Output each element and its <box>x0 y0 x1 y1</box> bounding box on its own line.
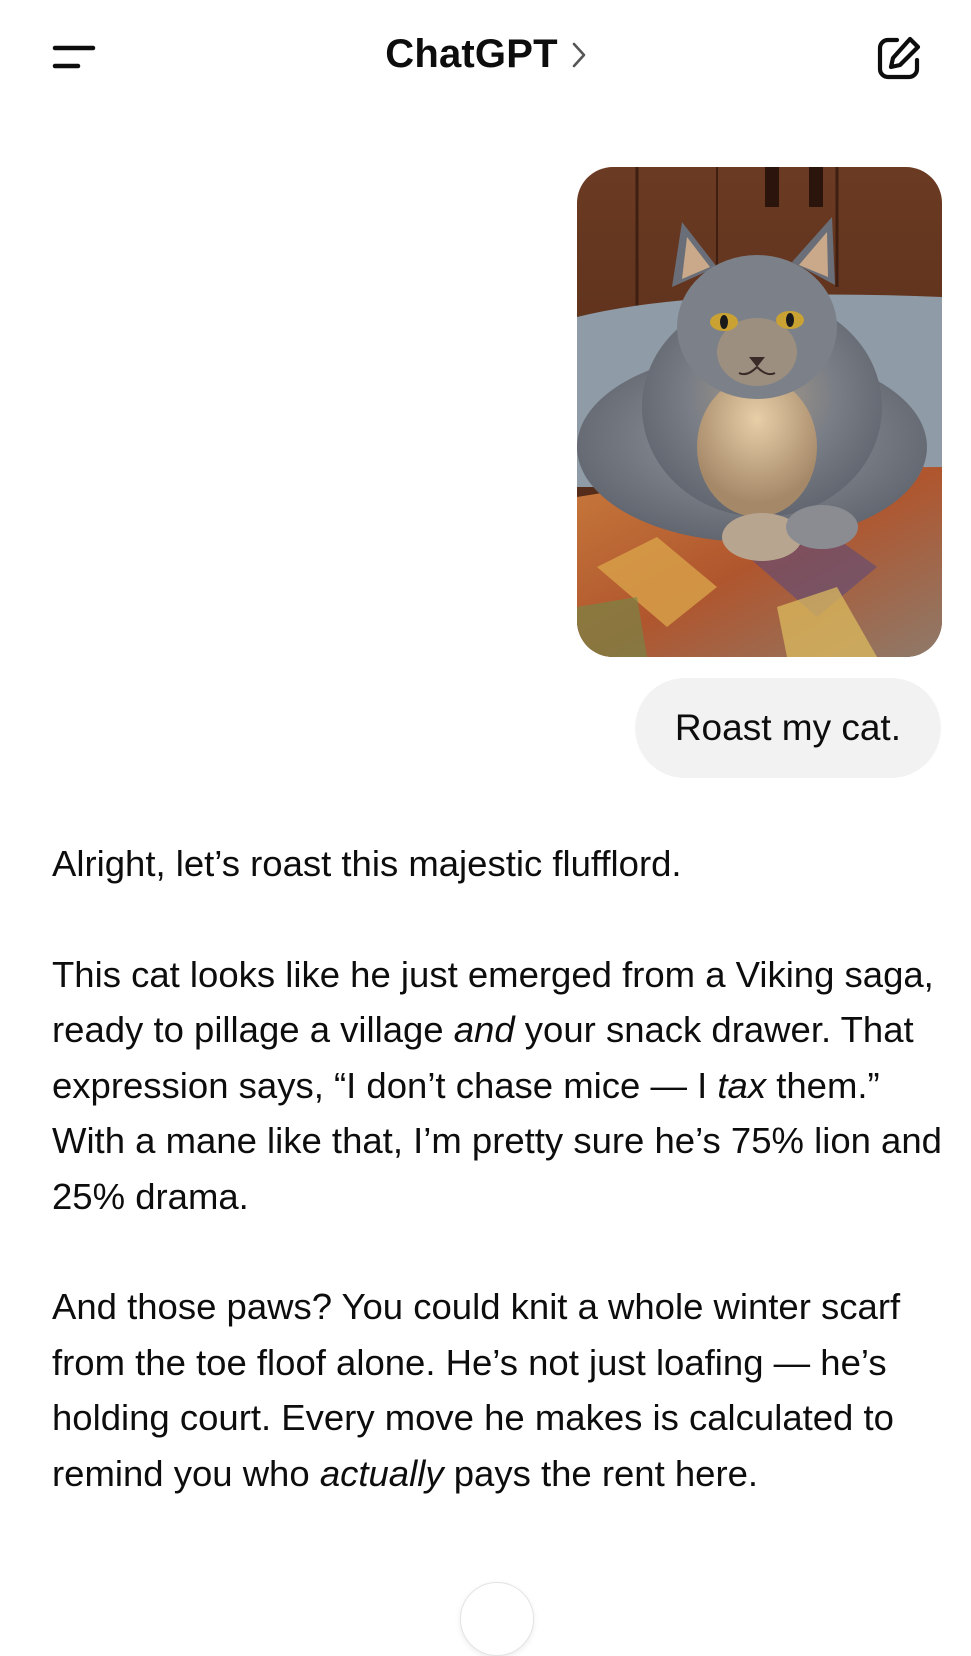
emphasis-text: tax <box>717 1064 767 1106</box>
scroll-to-bottom-button[interactable] <box>460 1582 534 1656</box>
new-chat-icon <box>877 36 921 80</box>
emphasis-text: and <box>453 1009 515 1050</box>
assistant-paragraph-1: Alright, let’s roast this majestic fluff… <box>52 843 682 884</box>
chevron-right-icon <box>572 42 586 68</box>
assistant-message: Alright, let’s roast this majestic fluff… <box>52 836 952 1501</box>
app-title: ChatGPT <box>385 32 558 76</box>
cat-photo <box>577 167 942 657</box>
assistant-paragraph-3: And those paws? You could knit a whole w… <box>52 1279 952 1501</box>
cat-photo-attachment[interactable] <box>577 167 942 657</box>
top-bar: ChatGPT <box>0 0 971 116</box>
text-run: pays the rent here. <box>443 1452 759 1494</box>
user-message-text: Roast my cat. <box>674 707 901 748</box>
new-chat-button[interactable] <box>871 30 927 86</box>
emphasis-text: actually <box>319 1452 444 1494</box>
user-message-bubble: Roast my cat. <box>634 678 941 778</box>
assistant-paragraph-2: This cat looks like he just emerged from… <box>52 947 952 1225</box>
model-selector[interactable]: ChatGPT <box>0 32 971 77</box>
